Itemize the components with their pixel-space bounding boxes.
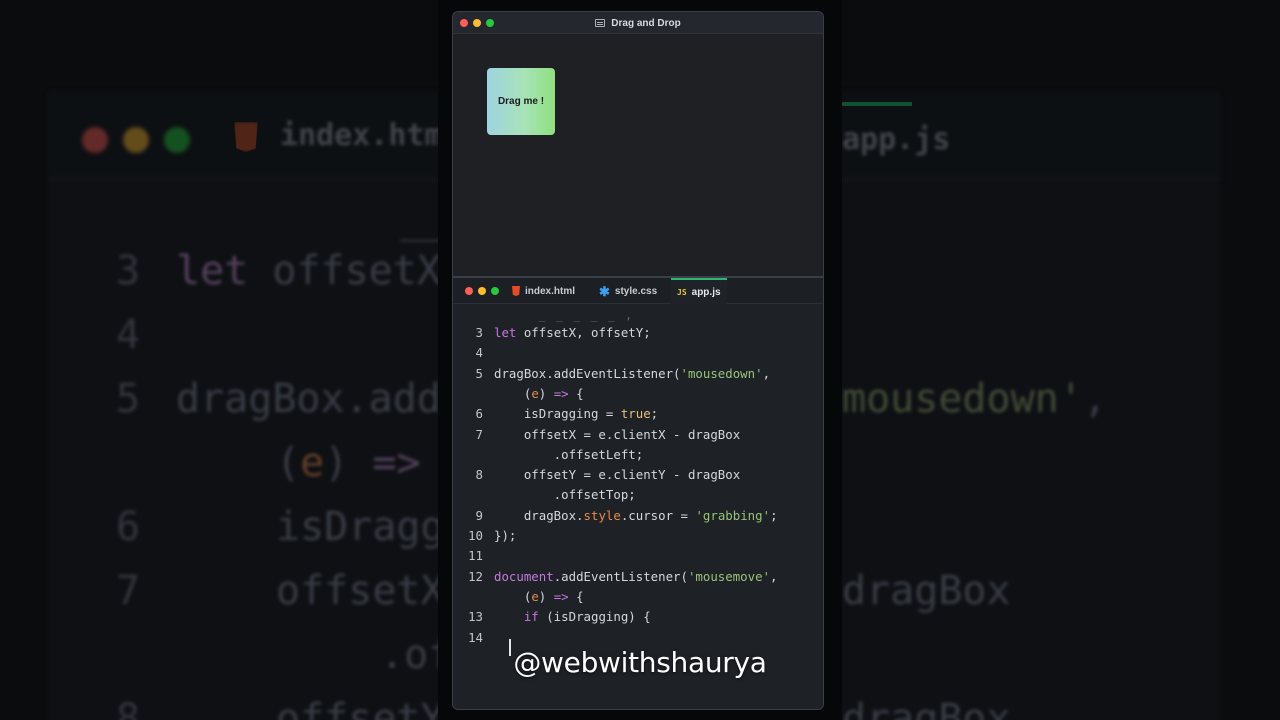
- line-number: 12: [468, 568, 483, 584]
- code-text: (e) => {: [494, 385, 584, 401]
- line-number: 7: [475, 426, 483, 442]
- tab-app-js[interactable]: JS app.js: [671, 278, 727, 304]
- tab-label: index.html: [525, 285, 576, 297]
- drag-box-label: Drag me !: [497, 96, 545, 107]
- js-icon: JS: [677, 287, 687, 297]
- line-number: 14: [468, 629, 483, 645]
- preview-pane: Drag me !: [453, 34, 823, 276]
- code-text: if (isDragging) {: [523, 609, 651, 625]
- scrolled-line-fragment: _ _ _ _ _ ,: [539, 309, 634, 322]
- code-text: .offsetLeft;: [494, 446, 644, 462]
- line-number: 10: [468, 528, 483, 543]
- editor-minimize-dot: [478, 287, 486, 295]
- window-title-group: Drag and Drop: [453, 12, 823, 34]
- app-window: Drag and Drop Drag me ! index.html ✱ sty…: [452, 11, 824, 710]
- tab-label: style.css: [614, 285, 658, 297]
- code-line: 4: [453, 343, 823, 363]
- code-text: document.addEventListener('mousemove',: [494, 568, 778, 584]
- code-text: offsetY = e.clientY - dragBox: [494, 467, 741, 483]
- code-line-wrap: .offsetTop;: [453, 485, 823, 505]
- code-line-wrap: (e) => {: [453, 587, 823, 607]
- line-number: 3: [475, 325, 483, 340]
- code-line: 8 offsetY = e.clientY - dragBox: [453, 465, 823, 485]
- css-icon: ✱: [599, 283, 610, 299]
- drag-box[interactable]: Drag me !: [487, 68, 555, 135]
- tab-label: app.js: [691, 286, 721, 298]
- line-number: 11: [468, 548, 483, 564]
- tab-style-css[interactable]: ✱ style.css: [593, 278, 663, 304]
- code-text: dragBox.addEventListener('mousedown',: [494, 365, 771, 381]
- code-line: 11: [453, 546, 823, 566]
- html5-icon: [512, 286, 520, 296]
- line-number: 9: [475, 507, 483, 523]
- line-number: 5: [475, 365, 483, 381]
- line-number: 6: [475, 406, 483, 422]
- watermark: @webwithshaurya: [513, 646, 767, 679]
- window-title: Drag and Drop: [611, 17, 681, 29]
- editor-close-dot: [465, 287, 473, 295]
- window-icon: [595, 19, 606, 27]
- code-text: .offsetTop;: [494, 487, 636, 503]
- code-text: (e) => {: [494, 588, 584, 604]
- line-number: 4: [475, 345, 483, 361]
- code-line: 13 if (isDragging) {: [453, 607, 823, 627]
- code-text: offsetX = e.clientX - dragBox: [494, 426, 741, 442]
- code-line: 5 dragBox.addEventListener('mousedown',: [453, 364, 823, 384]
- code-text: dragBox.style.cursor = 'grabbing';: [494, 507, 778, 523]
- code-line-wrap: .offsetLeft;: [453, 445, 823, 465]
- code-text: let offsetX, offsetY;: [494, 325, 651, 340]
- code-line: 6 isDragging = true;: [453, 404, 823, 424]
- code-line: 7 offsetX = e.clientX - dragBox: [453, 425, 823, 445]
- code-line: 12 document.addEventListener('mousemove',: [453, 567, 823, 587]
- code-line: 3 let offsetX, offsetY;: [453, 323, 823, 343]
- tab-index-html[interactable]: index.html: [506, 278, 581, 304]
- line-number: 8: [475, 467, 483, 483]
- code-text: isDragging = true;: [494, 406, 659, 422]
- line-number: 13: [468, 609, 483, 625]
- editor-zoom-dot: [491, 287, 499, 295]
- window-titlebar: Drag and Drop: [453, 12, 823, 34]
- code-line-wrap: (e) => {: [453, 384, 823, 404]
- editor-tabbar: index.html ✱ style.css JS app.js: [453, 278, 823, 304]
- code-line: 9 dragBox.style.cursor = 'grabbing';: [453, 506, 823, 526]
- code-line: 10});: [453, 526, 823, 546]
- code-text: });: [494, 528, 517, 543]
